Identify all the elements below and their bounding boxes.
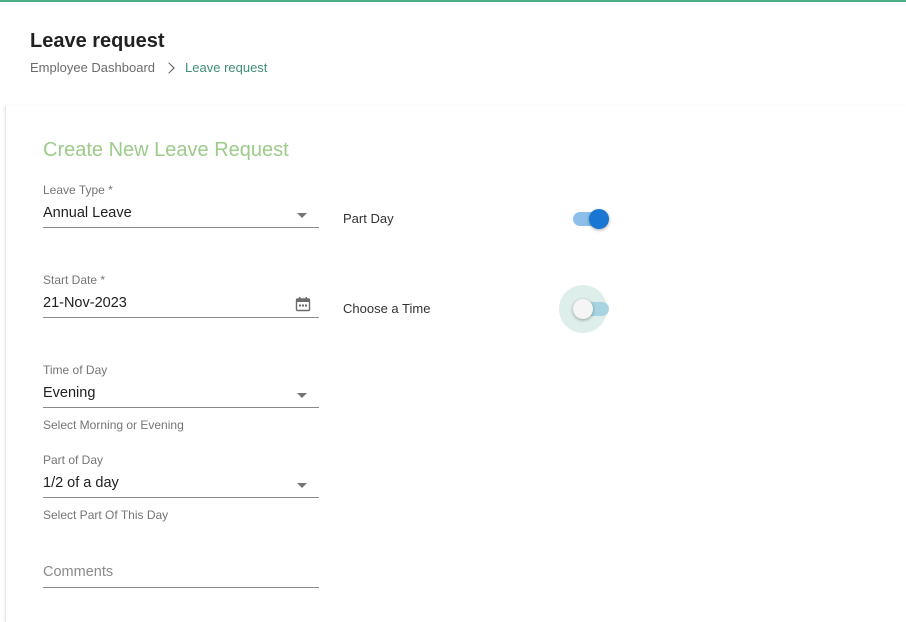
choose-time-label: Choose a Time — [343, 301, 431, 316]
part-of-day-hint: Select Part Of This Day — [43, 508, 169, 522]
part-day-toggle[interactable] — [573, 209, 609, 229]
time-of-day-label: Time of Day — [43, 363, 108, 377]
page-title: Leave request — [30, 30, 165, 52]
breadcrumb: Employee Dashboard Leave request — [30, 60, 267, 75]
time-of-day-hint: Select Morning or Evening — [43, 418, 184, 432]
time-of-day-value: Evening — [43, 385, 96, 401]
form-title: Create New Leave Request — [43, 139, 289, 161]
part-of-day-label: Part of Day — [43, 453, 104, 467]
toggle-knob — [573, 299, 593, 319]
part-of-day-value: 1/2 of a day — [43, 475, 119, 491]
leave-type-value: Annual Leave — [43, 205, 132, 221]
top-accent-bar — [0, 0, 906, 2]
choose-time-toggle[interactable] — [573, 299, 609, 319]
toggle-knob — [589, 209, 609, 229]
start-date-value: 21-Nov-2023 — [43, 295, 127, 311]
time-of-day-select[interactable]: Time of Day Evening Select Morning or Ev… — [43, 363, 319, 432]
caret-down-icon — [297, 393, 307, 398]
comments-placeholder: Comments — [43, 564, 114, 580]
comments-field[interactable]: Comments — [43, 557, 319, 588]
start-date-field[interactable]: Start Date * 21-Nov-2023 — [43, 273, 319, 318]
leave-request-card: Create New Leave Request Leave Type * An… — [5, 106, 906, 622]
part-day-label: Part Day — [343, 211, 394, 226]
caret-down-icon — [297, 213, 307, 218]
start-date-label: Start Date * — [43, 273, 106, 287]
calendar-icon[interactable] — [295, 296, 311, 312]
chevron-right-icon — [163, 61, 175, 74]
caret-down-icon — [297, 483, 307, 488]
comments-underline — [43, 587, 319, 588]
part-of-day-select[interactable]: Part of Day 1/2 of a day Select Part Of … — [43, 453, 319, 522]
leave-type-label: Leave Type * — [43, 183, 113, 197]
breadcrumb-employee-dashboard[interactable]: Employee Dashboard — [30, 60, 155, 75]
leave-type-select[interactable]: Leave Type * Annual Leave — [43, 183, 319, 228]
breadcrumb-leave-request[interactable]: Leave request — [185, 60, 267, 75]
